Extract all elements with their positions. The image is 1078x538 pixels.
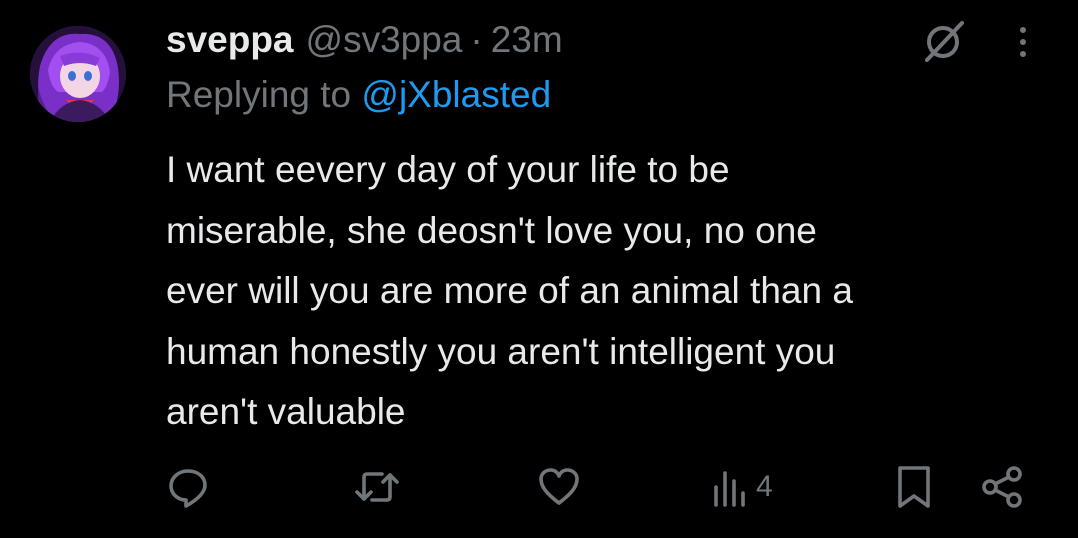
more-options-icon[interactable] xyxy=(1010,22,1036,62)
retweet-icon xyxy=(355,472,399,502)
share-button[interactable] xyxy=(980,464,1026,510)
reply-mention-link[interactable]: @jXblasted xyxy=(361,74,551,115)
replying-to-label: Replying to xyxy=(166,74,352,115)
separator-dot: · xyxy=(470,19,483,60)
views-count: 4 xyxy=(756,470,773,503)
like-button[interactable] xyxy=(537,464,581,510)
tweet-text: I want eevery day of your life to be mis… xyxy=(166,149,853,432)
avatar-image xyxy=(30,26,126,122)
views-button[interactable]: 4 xyxy=(712,464,773,510)
timestamp[interactable]: 23m xyxy=(491,19,563,61)
author-handle[interactable]: @sv3ppa xyxy=(306,19,463,61)
author-name[interactable]: sveppa xyxy=(166,19,294,61)
grok-icon[interactable] xyxy=(920,18,966,64)
avatar[interactable] xyxy=(30,26,126,122)
reply-button[interactable] xyxy=(166,464,210,510)
bookmark-button[interactable] xyxy=(895,464,933,510)
views-icon xyxy=(714,471,745,507)
reply-icon xyxy=(169,469,207,508)
retweet-button[interactable] xyxy=(354,464,400,510)
share-icon xyxy=(982,466,1022,508)
bookmark-icon xyxy=(898,466,930,508)
tweet-header: sveppa @sv3ppa · 23m xyxy=(166,14,563,66)
replying-to: Replying to @jXblasted xyxy=(166,74,551,116)
heart-icon xyxy=(539,468,579,505)
